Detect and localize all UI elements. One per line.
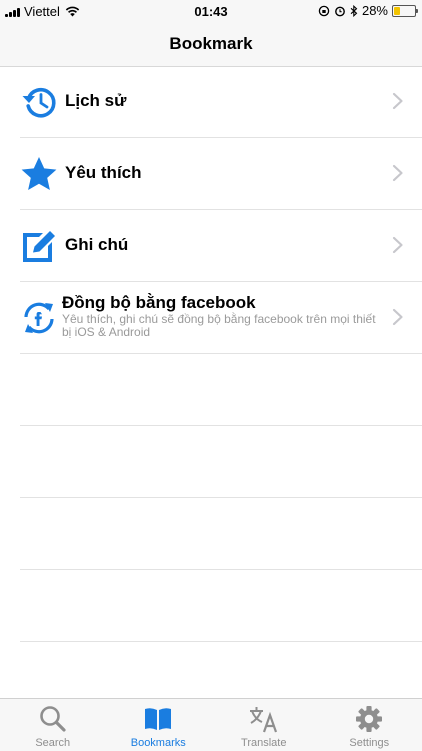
menu-item-subtitle: Yêu thích, ghi chú sẽ đồng bộ bằng faceb…: [62, 313, 382, 339]
bluetooth-icon: [350, 5, 358, 17]
page-title: Bookmark: [0, 34, 422, 54]
tab-label: Bookmarks: [106, 737, 212, 749]
tab-translate[interactable]: Translate: [211, 699, 317, 751]
gear-icon: [354, 705, 384, 733]
status-bar: Viettel 01:43 28%: [0, 0, 422, 22]
menu-item-label: Ghi chú: [65, 235, 128, 255]
note-edit-icon: [20, 227, 58, 265]
tab-bookmarks[interactable]: Bookmarks: [106, 699, 212, 751]
tab-label: Settings: [317, 737, 422, 749]
status-right: 28%: [318, 3, 416, 18]
translate-icon: [249, 705, 279, 733]
menu-item-facebook-sync[interactable]: Đồng bộ bằng facebook Yêu thích, ghi chú…: [20, 282, 422, 354]
tab-label: Search: [0, 737, 106, 749]
history-icon: [20, 83, 58, 121]
menu-item-history[interactable]: Lịch sử: [20, 66, 422, 138]
tab-search[interactable]: Search: [0, 699, 106, 751]
facebook-sync-icon: [20, 299, 58, 337]
chevron-right-icon: [392, 236, 404, 254]
menu-item-label: Yêu thích: [65, 163, 142, 183]
bookmark-menu-list: Lịch sử Yêu thích Ghi chú Đồng: [0, 66, 422, 642]
tab-settings[interactable]: Settings: [317, 699, 422, 751]
search-icon: [38, 705, 68, 733]
battery-percent: 28%: [362, 3, 388, 18]
menu-item-notes[interactable]: Ghi chú: [20, 210, 422, 282]
menu-item-favorites[interactable]: Yêu thích: [20, 138, 422, 210]
book-icon: [143, 705, 173, 733]
chevron-right-icon: [392, 164, 404, 182]
chevron-right-icon: [392, 308, 404, 326]
battery-fill: [394, 7, 400, 15]
battery-icon: [392, 5, 416, 17]
chevron-right-icon: [392, 92, 404, 110]
tab-bar: Search Bookmarks Translate: [0, 698, 422, 751]
orientation-lock-icon: [318, 5, 330, 17]
empty-row: [20, 498, 422, 570]
empty-row: [20, 354, 422, 426]
empty-row: [20, 426, 422, 498]
menu-item-label: Đồng bộ bằng facebook: [62, 293, 256, 313]
empty-row: [20, 570, 422, 642]
alarm-icon: [334, 5, 346, 17]
navigation-bar: Bookmark: [0, 22, 422, 67]
tab-label: Translate: [211, 737, 317, 749]
menu-item-label: Lịch sử: [65, 91, 126, 111]
star-icon: [20, 155, 58, 193]
